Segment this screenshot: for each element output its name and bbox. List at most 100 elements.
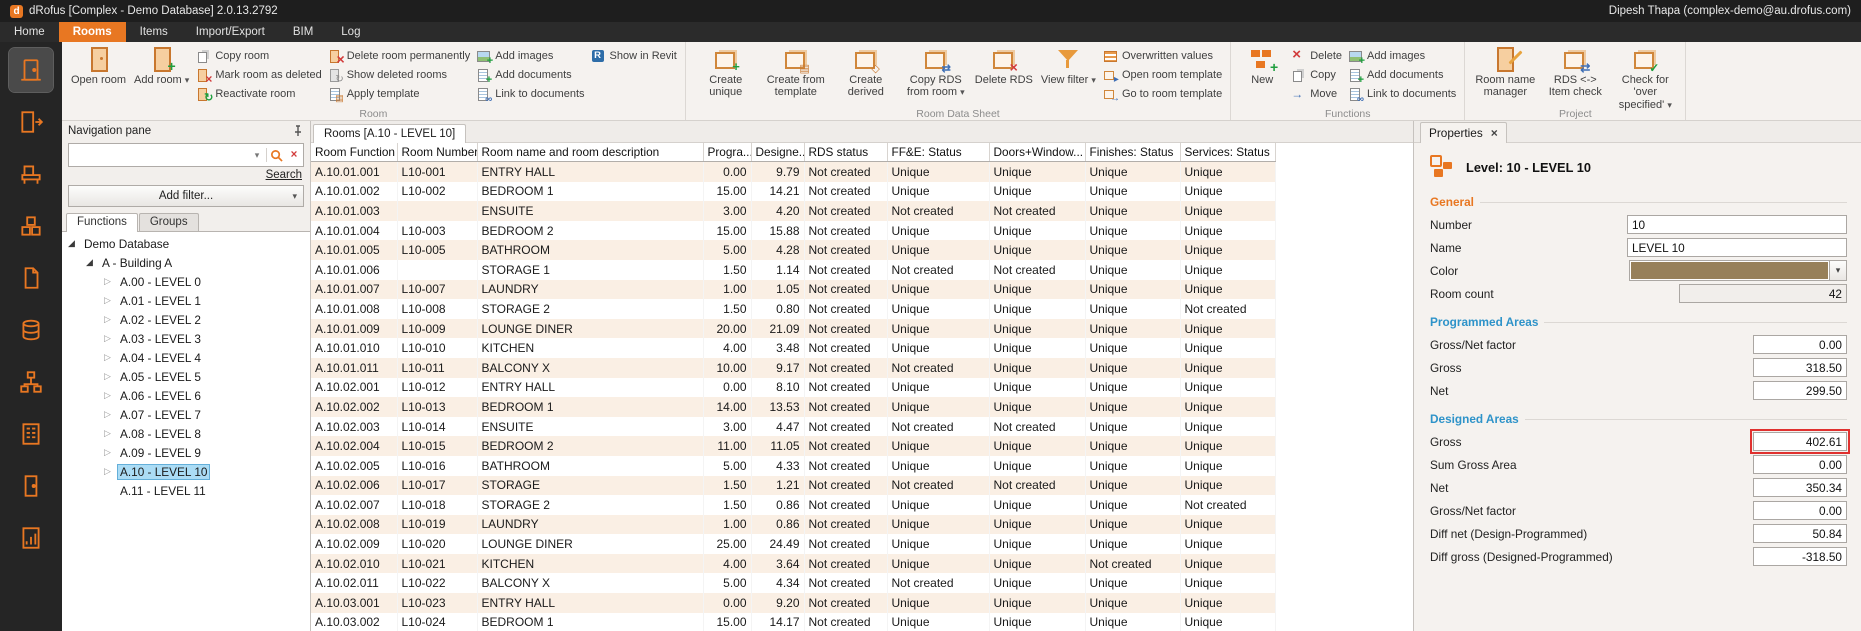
cell-room-function[interactable]: A.10.03.001 bbox=[311, 593, 397, 613]
cell-rds-status[interactable]: Not created bbox=[804, 593, 887, 613]
cell-designed[interactable]: 21.09 bbox=[751, 319, 804, 339]
ribbon-button[interactable]: Reactivate room bbox=[196, 86, 321, 101]
cell-room-function[interactable]: A.10.01.010 bbox=[311, 338, 397, 358]
table-row[interactable]: A.10.02.004 L10-015 BEDROOM 2 11.00 11.0… bbox=[311, 436, 1275, 456]
ribbon-button[interactable]: Delete bbox=[1291, 48, 1342, 63]
sidebar-item-structure[interactable] bbox=[9, 360, 53, 404]
tab-properties[interactable]: Properties × bbox=[1420, 122, 1507, 143]
cell-room-name[interactable]: KITCHEN bbox=[477, 338, 703, 358]
cell-room-name[interactable]: BALCONY X bbox=[477, 573, 703, 593]
cell-programmed[interactable]: 1.50 bbox=[703, 299, 751, 319]
cell-ffe-status[interactable]: Unique bbox=[887, 162, 989, 182]
cell-programmed[interactable]: 1.00 bbox=[703, 280, 751, 300]
search-options-chevron-icon[interactable]: ▾ bbox=[248, 144, 266, 166]
cell-finishes-status[interactable]: Unique bbox=[1085, 162, 1180, 182]
cell-services-status[interactable]: Unique bbox=[1180, 573, 1275, 593]
cell-room-name[interactable]: STORAGE 2 bbox=[477, 495, 703, 515]
column-header[interactable]: Designe... bbox=[751, 143, 804, 162]
cell-room-function[interactable]: A.10.02.008 bbox=[311, 515, 397, 535]
cell-rds-status[interactable]: Not created bbox=[804, 613, 887, 631]
ribbon-button[interactable]: Mark room as deleted bbox=[196, 67, 321, 82]
tree-item[interactable]: A.11 - LEVEL 11 bbox=[62, 481, 310, 500]
cell-doors-windows-status[interactable]: Unique bbox=[989, 593, 1085, 613]
menu-tab[interactable]: BIM bbox=[279, 22, 327, 42]
sidebar-item-open-room[interactable] bbox=[9, 100, 53, 144]
tree-item[interactable]: ▷ A.01 - LEVEL 1 bbox=[62, 291, 310, 310]
cell-finishes-status[interactable]: Unique bbox=[1085, 593, 1180, 613]
cell-ffe-status[interactable]: Unique bbox=[887, 495, 989, 515]
cell-room-function[interactable]: A.10.01.007 bbox=[311, 280, 397, 300]
cell-rds-status[interactable]: Not created bbox=[804, 358, 887, 378]
cell-services-status[interactable]: Not created bbox=[1180, 299, 1275, 319]
cell-ffe-status[interactable]: Unique bbox=[887, 613, 989, 631]
cell-rds-status[interactable]: Not created bbox=[804, 397, 887, 417]
tree-item[interactable]: ▷ A.03 - LEVEL 3 bbox=[62, 329, 310, 348]
cell-rds-status[interactable]: Not created bbox=[804, 240, 887, 260]
sidebar-item-products[interactable] bbox=[9, 204, 53, 248]
cell-programmed[interactable]: 1.50 bbox=[703, 260, 751, 280]
cell-programmed[interactable]: 5.00 bbox=[703, 456, 751, 476]
ribbon-large-button[interactable]: Room name manager bbox=[1473, 45, 1537, 101]
ribbon-button[interactable]: Link to documents bbox=[476, 86, 584, 101]
cell-services-status[interactable]: Unique bbox=[1180, 162, 1275, 182]
cell-services-status[interactable]: Unique bbox=[1180, 260, 1275, 280]
cell-designed[interactable]: 9.17 bbox=[751, 358, 804, 378]
table-row[interactable]: A.10.01.009 L10-009 LOUNGE DINER 20.00 2… bbox=[311, 319, 1275, 339]
cell-designed[interactable]: 1.14 bbox=[751, 260, 804, 280]
cell-room-number[interactable]: L10-007 bbox=[397, 280, 477, 300]
ribbon-button[interactable]: Apply template bbox=[328, 86, 471, 101]
cell-services-status[interactable]: Unique bbox=[1180, 515, 1275, 535]
cell-room-number[interactable]: L10-020 bbox=[397, 534, 477, 554]
ribbon-large-button[interactable]: View filter ▾ bbox=[1040, 45, 1097, 88]
cell-designed[interactable]: 4.28 bbox=[751, 240, 804, 260]
cell-doors-windows-status[interactable]: Unique bbox=[989, 495, 1085, 515]
cell-ffe-status[interactable]: Unique bbox=[887, 397, 989, 417]
tree-expander-icon[interactable]: ▷ bbox=[102, 352, 113, 363]
cell-room-name[interactable]: KITCHEN bbox=[477, 554, 703, 574]
cell-programmed[interactable]: 14.00 bbox=[703, 397, 751, 417]
cell-doors-windows-status[interactable]: Unique bbox=[989, 299, 1085, 319]
cell-programmed[interactable]: 10.00 bbox=[703, 358, 751, 378]
cell-designed[interactable]: 4.47 bbox=[751, 417, 804, 437]
cell-services-status[interactable]: Unique bbox=[1180, 280, 1275, 300]
cell-room-number[interactable]: L10-005 bbox=[397, 240, 477, 260]
cell-programmed[interactable]: 0.00 bbox=[703, 593, 751, 613]
cell-doors-windows-status[interactable]: Not created bbox=[989, 476, 1085, 496]
table-row[interactable]: A.10.02.010 L10-021 KITCHEN 4.00 3.64 No… bbox=[311, 554, 1275, 574]
tree-expander-icon[interactable]: ▷ bbox=[102, 447, 113, 458]
cell-ffe-status[interactable]: Unique bbox=[887, 436, 989, 456]
cell-room-function[interactable]: A.10.02.010 bbox=[311, 554, 397, 574]
column-header[interactable]: Room Function #: bbox=[311, 143, 397, 162]
sidebar-item-reports[interactable] bbox=[9, 516, 53, 560]
tree-item[interactable]: ▷ A.05 - LEVEL 5 bbox=[62, 367, 310, 386]
cell-room-name[interactable]: LAUNDRY bbox=[477, 515, 703, 535]
cell-rds-status[interactable]: Not created bbox=[804, 378, 887, 398]
cell-ffe-status[interactable]: Not created bbox=[887, 417, 989, 437]
column-header[interactable]: Finishes: Status bbox=[1085, 143, 1180, 162]
cell-room-name[interactable]: BATHROOM bbox=[477, 240, 703, 260]
tree-item[interactable]: ▷ A.09 - LEVEL 9 bbox=[62, 443, 310, 462]
cell-finishes-status[interactable]: Unique bbox=[1085, 358, 1180, 378]
cell-services-status[interactable]: Unique bbox=[1180, 436, 1275, 456]
cell-room-number[interactable]: L10-022 bbox=[397, 573, 477, 593]
cell-ffe-status[interactable]: Unique bbox=[887, 319, 989, 339]
column-header[interactable]: FF&E: Status bbox=[887, 143, 989, 162]
ribbon-large-button[interactable]: Create unique bbox=[694, 45, 758, 101]
tree-expander-icon[interactable]: ◢ bbox=[84, 257, 95, 268]
ribbon-button[interactable]: Add images bbox=[1348, 48, 1456, 63]
ribbon-large-button[interactable]: New bbox=[1239, 45, 1285, 88]
cell-room-name[interactable]: LAUNDRY bbox=[477, 280, 703, 300]
table-row[interactable]: A.10.03.001 L10-023 ENTRY HALL 0.00 9.20… bbox=[311, 593, 1275, 613]
diff-gross-input[interactable]: -318.50 bbox=[1753, 547, 1847, 566]
cell-room-number[interactable]: L10-003 bbox=[397, 221, 477, 241]
column-header[interactable]: Room Number bbox=[397, 143, 477, 162]
cell-room-function[interactable]: A.10.02.001 bbox=[311, 378, 397, 398]
cell-programmed[interactable]: 15.00 bbox=[703, 221, 751, 241]
tab-groups[interactable]: Groups bbox=[139, 213, 199, 231]
cell-finishes-status[interactable]: Unique bbox=[1085, 201, 1180, 221]
cell-room-name[interactable]: ENTRY HALL bbox=[477, 378, 703, 398]
cell-rds-status[interactable]: Not created bbox=[804, 201, 887, 221]
tree-expander-icon[interactable]: ◢ bbox=[66, 238, 77, 249]
cell-rds-status[interactable]: Not created bbox=[804, 476, 887, 496]
cell-room-number[interactable]: L10-016 bbox=[397, 456, 477, 476]
